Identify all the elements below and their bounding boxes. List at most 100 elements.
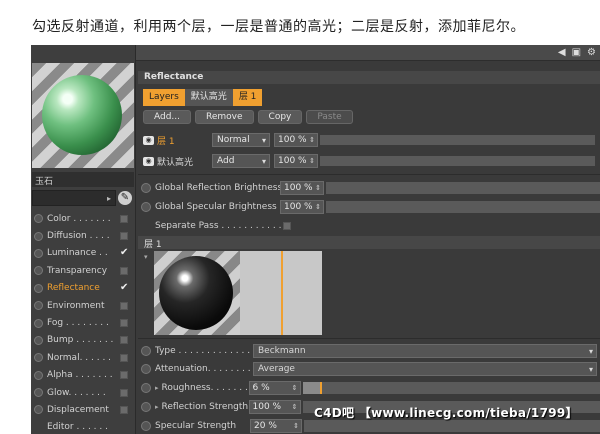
remove-button[interactable]: Remove <box>195 110 254 124</box>
chevron-down-icon: ▾ <box>588 346 593 356</box>
radio-icon[interactable] <box>141 382 151 393</box>
layer-opacity-field[interactable]: 100 % ⇕ <box>274 154 318 168</box>
channel-reflectance[interactable]: Reflectance ✔ <box>31 280 136 297</box>
radio-icon[interactable] <box>34 353 43 363</box>
channel-checkbox[interactable] <box>120 353 128 362</box>
material-name[interactable]: 玉石 <box>32 172 134 187</box>
opacity-slider[interactable] <box>320 135 595 145</box>
channel-checkbox[interactable] <box>120 266 128 275</box>
radio-icon[interactable] <box>34 301 43 311</box>
radio-icon[interactable] <box>34 283 43 293</box>
global-reflection-value: 100 % <box>284 182 313 193</box>
channel-checkbox[interactable] <box>120 232 128 241</box>
expand-triangle-icon[interactable]: ▸ <box>155 403 159 411</box>
channel-bump[interactable]: Bump . . . . . . . <box>31 332 136 349</box>
radio-icon[interactable] <box>141 363 151 374</box>
spinner-icon[interactable]: ⇕ <box>309 134 315 147</box>
channel-checkbox[interactable] <box>120 405 128 414</box>
radio-icon[interactable] <box>34 248 43 258</box>
specular-strength-slider[interactable] <box>304 419 600 432</box>
radio-icon[interactable] <box>34 405 43 415</box>
picker-icon[interactable]: ✎ <box>118 191 132 205</box>
channel-label: Alpha . . . . . . . <box>47 370 113 381</box>
radio-icon[interactable] <box>141 420 151 431</box>
arrow-right-icon[interactable]: ▸ <box>107 194 111 203</box>
layer-row-1[interactable]: ◉ 层 1 Normal ▾ 100 % ⇕ <box>143 132 595 148</box>
copy-button[interactable]: Copy <box>257 110 303 124</box>
channel-editor[interactable]: Editor . . . . . . <box>31 419 136 434</box>
layer-row-2[interactable]: ◉ 默认高光 Add ▾ 100 % ⇕ <box>143 153 595 169</box>
spinner-icon[interactable]: ⇕ <box>315 182 321 195</box>
settings-icon[interactable]: ⚙ <box>587 47 596 58</box>
attenuation-row: Attenuation. . . . . . . . . Average ▾ <box>138 360 600 377</box>
radio-icon[interactable] <box>34 370 43 380</box>
checkmark-icon[interactable]: ✔ <box>120 248 128 258</box>
channel-checkbox[interactable] <box>120 301 128 310</box>
channel-checkbox[interactable] <box>120 214 128 223</box>
spinner-icon[interactable]: ⇕ <box>292 382 298 395</box>
tab-layers[interactable]: Layers <box>143 89 185 106</box>
eye-icon[interactable]: ◉ <box>143 156 154 166</box>
blend-mode-dropdown[interactable]: Add ▾ <box>212 154 270 168</box>
channel-fog[interactable]: Fog . . . . . . . . <box>31 314 136 331</box>
radio-icon[interactable] <box>34 335 43 345</box>
type-row: Type . . . . . . . . . . . . . Beckmann ▾ <box>138 342 600 359</box>
arrow-left-icon[interactable]: ◀ <box>558 47 566 58</box>
lock-icon[interactable]: ▣ <box>572 47 581 58</box>
opacity-slider[interactable] <box>320 156 595 166</box>
roughness-field[interactable]: 6 % ⇕ <box>248 380 301 395</box>
eye-icon[interactable]: ◉ <box>143 135 154 145</box>
checkmark-icon[interactable]: ✔ <box>120 283 128 293</box>
channel-glow[interactable]: Glow. . . . . . . <box>31 384 136 401</box>
channel-diffusion[interactable]: Diffusion . . . . <box>31 227 136 244</box>
layer-tabs: Layers 默认高光 层 1 <box>143 89 263 106</box>
channel-checkbox[interactable] <box>120 371 128 380</box>
channel-checkbox[interactable] <box>120 388 128 397</box>
radio-icon[interactable] <box>141 345 151 356</box>
spinner-icon[interactable]: ⇕ <box>292 401 298 414</box>
radio-icon[interactable] <box>34 266 43 276</box>
radio-icon[interactable] <box>34 318 43 328</box>
spinner-icon[interactable]: ⇕ <box>293 420 299 433</box>
global-reflection-field[interactable]: 100 % ⇕ <box>280 180 324 195</box>
channel-normal[interactable]: Normal. . . . . . <box>31 349 136 366</box>
expand-triangle-icon[interactable]: ▸ <box>155 384 159 392</box>
spinner-icon[interactable]: ⇕ <box>309 155 315 168</box>
material-field[interactable] <box>32 190 116 206</box>
global-specular-slider[interactable] <box>326 200 600 213</box>
channel-checkbox[interactable] <box>120 319 128 328</box>
reflectance-settings: Reflectance Layers 默认高光 层 1 Add... Remov… <box>138 62 600 434</box>
channel-transparency[interactable]: Transparency <box>31 262 136 279</box>
radio-icon[interactable] <box>34 231 43 241</box>
channel-luminance[interactable]: Luminance . . ✔ <box>31 245 136 262</box>
specular-strength-field[interactable]: 20 % ⇕ <box>250 418 302 433</box>
channel-displacement[interactable]: Displacement <box>31 401 136 418</box>
global-specular-field[interactable]: 100 % ⇕ <box>280 199 324 214</box>
spinner-icon[interactable]: ⇕ <box>315 201 321 214</box>
radio-icon[interactable] <box>141 401 151 412</box>
radio-icon[interactable] <box>34 388 43 398</box>
toolbar-icons: ◀ ▣ ⚙ <box>558 47 596 58</box>
slider-handle[interactable] <box>320 381 323 394</box>
separate-pass-checkbox[interactable] <box>283 221 291 230</box>
collapse-triangle-icon[interactable]: ▾ <box>144 253 148 261</box>
global-reflection-slider[interactable] <box>326 181 600 194</box>
attenuation-dropdown[interactable]: Average ▾ <box>253 361 597 376</box>
paste-button[interactable]: Paste <box>306 110 353 124</box>
blend-mode-dropdown[interactable]: Normal ▾ <box>212 133 270 147</box>
type-dropdown[interactable]: Beckmann ▾ <box>253 343 597 358</box>
channel-checkbox[interactable] <box>120 336 128 345</box>
tab-layer-1[interactable]: 层 1 <box>232 89 263 106</box>
layer-opacity-field[interactable]: 100 % ⇕ <box>274 133 318 147</box>
radio-icon[interactable] <box>34 214 43 224</box>
channel-color[interactable]: Color . . . . . . . <box>31 210 136 227</box>
roughness-slider[interactable] <box>302 381 600 394</box>
radio-icon[interactable] <box>141 201 151 212</box>
channel-alpha[interactable]: Alpha . . . . . . . <box>31 367 136 384</box>
roughness-row: ▸ Roughness. . . . . . . . 6 % ⇕ <box>138 379 600 396</box>
tab-default-specular[interactable]: 默认高光 <box>184 89 233 106</box>
reflection-strength-field[interactable]: 100 % ⇕ <box>248 399 301 414</box>
channel-environment[interactable]: Environment <box>31 297 136 314</box>
radio-icon[interactable] <box>141 182 151 193</box>
add-button[interactable]: Add... <box>143 110 192 124</box>
